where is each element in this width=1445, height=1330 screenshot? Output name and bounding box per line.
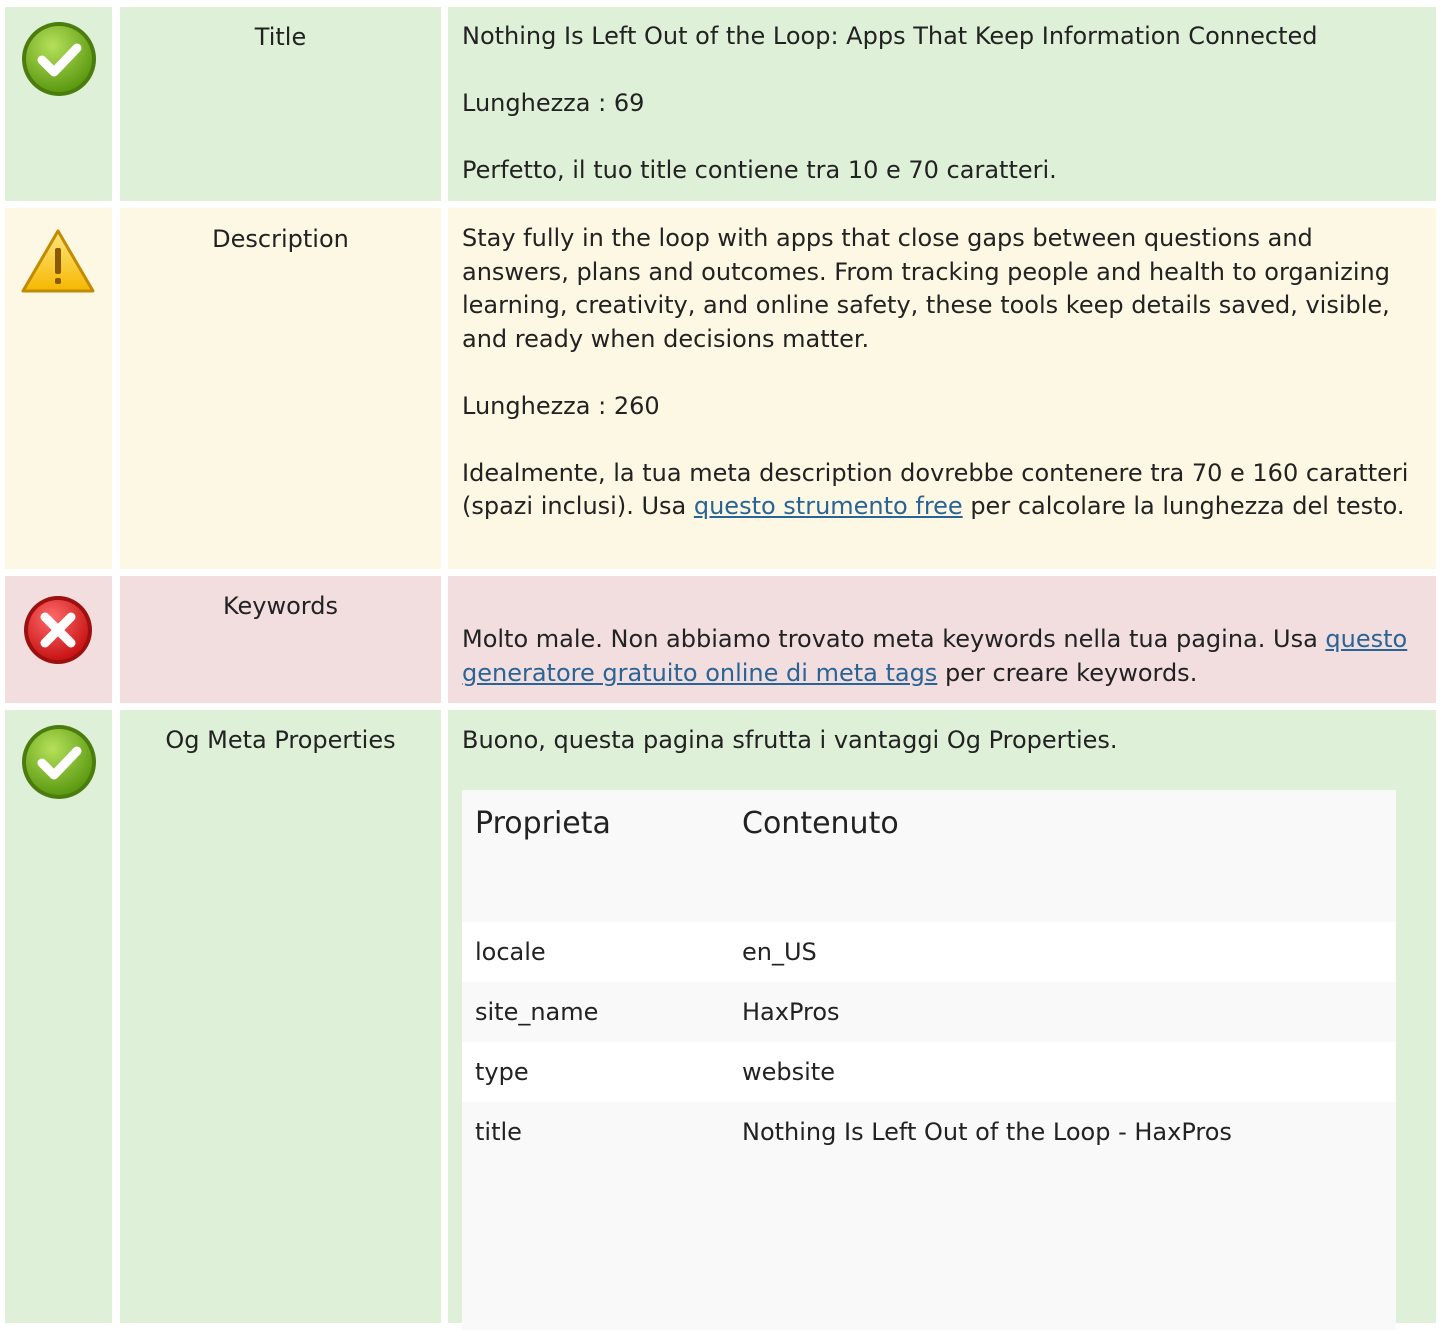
column-header-content: Contenuto [742,806,899,841]
length-text: Lunghezza : 260 [462,391,660,420]
value-cell: Nothing Is Left Out of the Loop: Apps Th… [448,7,1436,201]
content-cell: website [742,1058,835,1086]
property-cell: locale [475,938,546,966]
row-description: Description Stay fully in the loop with … [0,208,1445,569]
check-circle-icon [22,725,96,799]
table-body: locale en_US site_name HaxPros type webs… [462,922,1396,1162]
value-cell: Buono, questa pagina sfrutta i vantaggi … [448,710,1436,1330]
row-keywords: Keywords Molto male. Non abbiamo trovato… [0,576,1445,703]
status-cell [5,208,112,569]
description-text: Stay fully in the loop with apps that cl… [462,224,1390,353]
free-tool-link[interactable]: questo strumento free [694,492,963,520]
row-value: Nothing Is Left Out of the Loop: Apps Th… [462,20,1424,188]
message-text: per calcolare la lunghezza del testo. [962,492,1405,520]
error-x-icon [24,596,92,664]
row-title: Title Nothing Is Left Out of the Loop: A… [0,7,1445,201]
status-cell [5,576,112,703]
row-label: Description [212,225,349,253]
property-cell: title [475,1118,522,1146]
status-message: Idealmente, la tua meta description dovr… [462,457,1424,524]
status-message: Molto male. Non abbiamo trovato meta key… [462,623,1424,690]
content-cell: HaxPros [742,998,840,1026]
table-row: title Nothing Is Left Out of the Loop - … [462,1102,1396,1162]
message-text: Molto male. Non abbiamo trovato meta key… [462,625,1326,653]
check-circle-icon [22,22,96,96]
status-cell [5,7,112,201]
label-cell: Title [120,7,441,201]
value-cell: Molto male. Non abbiamo trovato meta key… [448,576,1436,703]
row-og-properties: Og Meta Properties Buono, questa pagina … [0,710,1445,1330]
property-cell: type [475,1058,529,1086]
row-label: Title [254,23,307,51]
status-message: Buono, questa pagina sfrutta i vantaggi … [462,726,1118,754]
row-label: Og Meta Properties [165,726,396,754]
message-text: per creare keywords. [937,658,1198,687]
label-cell: Og Meta Properties [120,710,441,1323]
status-cell [5,710,112,1323]
seo-report: Title Nothing Is Left Out of the Loop: A… [0,0,1445,1330]
content-cell: Nothing Is Left Out of the Loop - HaxPro… [742,1118,1232,1146]
content-cell: en_US [742,938,817,966]
label-cell: Keywords [120,576,441,703]
length-text: Lunghezza : 69 [462,89,645,117]
status-message: Perfetto, il tuo title contiene tra 10 e… [462,156,1057,184]
column-header-property: Proprieta [475,806,611,841]
row-value: Buono, questa pagina sfrutta i vantaggi … [462,724,1424,758]
label-cell: Description [120,208,441,569]
row-value: Molto male. Non abbiamo trovato meta key… [462,623,1424,690]
table-header: Proprieta Contenuto [462,790,1396,922]
table-row: type website [462,1042,1396,1102]
warning-triangle-icon [21,229,95,293]
title-text: Nothing Is Left Out of the Loop: Apps Th… [462,22,1318,50]
table-row: locale en_US [462,922,1396,982]
value-cell: Stay fully in the loop with apps that cl… [448,208,1436,569]
row-label: Keywords [222,592,338,620]
table-row: site_name HaxPros [462,982,1396,1042]
og-properties-table: Proprieta Contenuto locale en_US site_na… [462,790,1396,1330]
row-value: Stay fully in the loop with apps that cl… [462,222,1424,524]
property-cell: site_name [475,998,599,1026]
